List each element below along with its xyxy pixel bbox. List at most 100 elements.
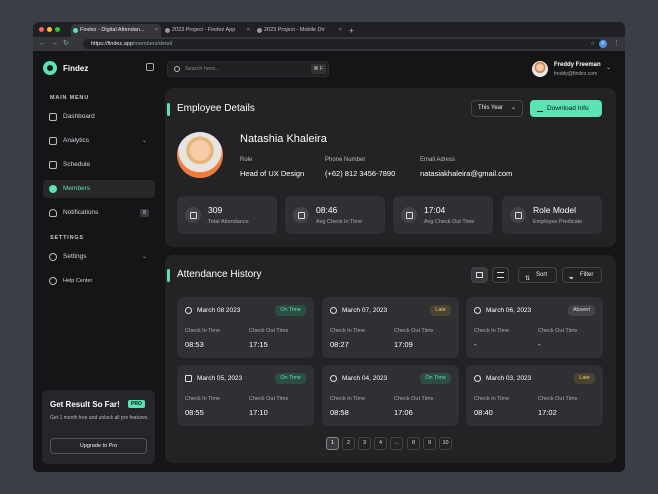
back-icon[interactable]: ← [39, 39, 46, 49]
reload-icon[interactable]: ↻ [63, 39, 69, 49]
page-button-1[interactable]: 1 [326, 437, 339, 450]
role-label: Role [240, 157, 253, 163]
minimize-window-dot[interactable] [47, 27, 52, 32]
stat-label: Total Attendance [208, 219, 249, 225]
sidebar-item-help-center[interactable]: Help Center [43, 272, 155, 290]
page-button-8[interactable]: 8 [407, 437, 420, 450]
record-date: March 04, 2023 [342, 375, 388, 382]
tab-title: 2023 Project - Findez App [172, 27, 236, 33]
findez-logo-icon [43, 61, 57, 75]
browser-tab-3[interactable]: 2023 Project - Mobile Dir × [255, 24, 345, 37]
external-link-icon [401, 207, 417, 223]
address-field[interactable]: https://findez.app/members/detail ☆ [83, 39, 603, 49]
forward-icon[interactable]: → [51, 39, 58, 49]
browser-tab-2[interactable]: 2023 Project - Findez App × [163, 24, 253, 37]
sort-icon: ⇅ [525, 276, 531, 282]
employee-avatar [177, 132, 223, 178]
login-arrow-icon [185, 207, 201, 223]
sidebar-item-members[interactable]: Members [43, 180, 155, 198]
gear-icon [49, 253, 57, 261]
profile-icon[interactable]: F [599, 40, 607, 48]
attendance-record-card[interactable]: March 05, 2023 On Time Check In Time Che… [177, 365, 314, 426]
stat-employee-predicate: Role Model Employee Predicate [502, 196, 602, 234]
grid-view-button[interactable] [471, 267, 488, 283]
check-out-time: 17:15 [249, 340, 268, 349]
sidebar-item-dashboard[interactable]: Dashboard [43, 108, 155, 126]
filter-button[interactable]: ⏷ Filter [562, 267, 602, 283]
edit-icon [293, 207, 309, 223]
clock-icon [330, 307, 337, 314]
collapse-sidebar-icon[interactable] [146, 63, 154, 71]
help-icon [49, 277, 57, 285]
page-button-2[interactable]: 2 [342, 437, 355, 450]
filter-icon: ⏷ [569, 276, 574, 282]
sidebar-item-schedule[interactable]: Schedule [43, 156, 155, 174]
sidebar-item-label: Members [63, 185, 91, 192]
check-out-label: Check Out Time [249, 328, 289, 334]
download-info-button[interactable]: Download Info [530, 100, 602, 117]
check-out-time: 17:02 [538, 408, 557, 417]
status-badge: On Time [420, 373, 451, 384]
status-badge: On Time [275, 373, 306, 384]
new-tab-icon[interactable]: + [349, 24, 354, 37]
home-icon [49, 113, 57, 121]
grid-icon [476, 272, 483, 278]
attendance-record-card[interactable]: March 07, 2023 Late Check In Time Check … [322, 297, 459, 358]
status-badge: Late [574, 373, 595, 384]
upgrade-button[interactable]: Upgrade to Pro [50, 438, 147, 454]
record-date: March 08 2023 [197, 307, 241, 314]
sidebar-item-label: Analytics [63, 137, 90, 144]
stat-value: 17:04 [424, 205, 446, 215]
promo-text: Get 1 month free and unlock all pro feat… [50, 415, 149, 421]
check-in-time: 08:40 [474, 408, 493, 417]
sidebar-item-analytics[interactable]: Analytics ⌄ [43, 132, 155, 150]
period-value: This Year [478, 105, 504, 111]
upgrade-promo-card: Get Result So Far! PRO Get 1 month free … [42, 390, 155, 464]
bell-icon [49, 209, 57, 217]
users-icon [49, 185, 57, 193]
employee-details-card: Employee Details This Year ⌄ Download In… [165, 88, 616, 247]
chevron-down-icon[interactable]: ⌄ [606, 64, 611, 71]
email-label: Email Adress [420, 157, 456, 163]
page-button-3[interactable]: 3 [358, 437, 371, 450]
check-in-label: Check In Time [185, 396, 221, 402]
sidebar-item-notifications[interactable]: Notifications 8 [43, 204, 155, 222]
phone-value: (+62) 812 3456-7890 [325, 169, 396, 178]
attendance-record-card[interactable]: March 03, 2023 Late Check In Time Check … [466, 365, 603, 426]
page-button-4[interactable]: 4 [374, 437, 387, 450]
chevron-down-icon: ⌄ [141, 138, 147, 144]
close-tab-icon[interactable]: × [155, 24, 158, 37]
chevron-down-icon: ⌄ [510, 105, 516, 111]
browser-menu-icon[interactable]: ⋮ [613, 39, 620, 49]
user-email: freddy@findez.com [554, 71, 598, 77]
url-host: https://findez.app [91, 41, 133, 47]
browser-tab-1[interactable]: Findez - Digital Attendan... × [71, 24, 161, 37]
attendance-record-card[interactable]: March 06, 2023 Absent Check In Time Chec… [466, 297, 603, 358]
sidebar-item-settings[interactable]: Settings ⌄ [43, 248, 155, 266]
sidebar-item-label: Dashboard [63, 113, 95, 120]
check-out-label: Check Out Time [249, 396, 289, 402]
search-icon [174, 66, 180, 72]
page-button-10[interactable]: 10 [439, 437, 452, 450]
phone-label: Phone Number [325, 157, 366, 163]
maximize-window-dot[interactable] [55, 27, 60, 32]
clock-icon [474, 375, 481, 382]
list-view-button[interactable] [492, 267, 509, 283]
record-date: March 03, 2023 [486, 375, 532, 382]
attendance-record-card[interactable]: March 08 2023 On Time Check In Time Chec… [177, 297, 314, 358]
sort-button[interactable]: ⇅ Sort [518, 267, 557, 283]
stat-total-attendance: 309 Total Attendance [177, 196, 277, 234]
bookmark-star-icon[interactable]: ☆ [590, 39, 595, 49]
promo-title: Get Result So Far! [50, 400, 120, 409]
user-name[interactable]: Freddy Freeman [554, 62, 601, 68]
close-window-dot[interactable] [39, 27, 44, 32]
page-button-9[interactable]: 9 [423, 437, 436, 450]
close-tab-icon[interactable]: × [247, 24, 250, 37]
status-badge: On Time [275, 305, 306, 316]
attendance-record-card[interactable]: March 04, 2023 On Time Check In Time Che… [322, 365, 459, 426]
close-tab-icon[interactable]: × [339, 24, 342, 37]
search-input[interactable]: Search here... ⌘ F [167, 61, 329, 77]
check-out-time: 17:06 [394, 408, 413, 417]
period-select[interactable]: This Year ⌄ [471, 100, 523, 117]
user-avatar[interactable] [532, 61, 548, 77]
